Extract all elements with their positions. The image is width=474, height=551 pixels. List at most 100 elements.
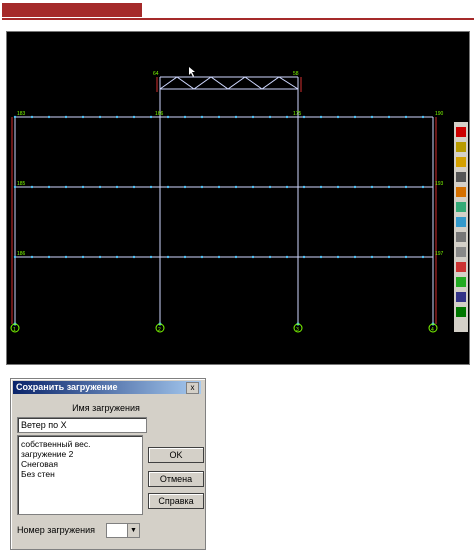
node-dot xyxy=(387,185,391,189)
ok-button[interactable]: OK xyxy=(148,447,204,463)
node-label: 166 xyxy=(155,111,164,117)
copy-icon[interactable] xyxy=(456,202,466,212)
list-item[interactable]: загружение 2 xyxy=(21,449,73,459)
node-dot xyxy=(387,255,391,259)
node-dot xyxy=(353,185,357,189)
list-item[interactable]: Снеговая xyxy=(21,459,58,469)
node-dot xyxy=(132,185,136,189)
node-dot xyxy=(132,255,136,259)
table-icon[interactable] xyxy=(456,247,466,257)
chevron-down-icon[interactable]: ▼ xyxy=(127,524,139,537)
roof-truss xyxy=(159,76,299,90)
node-dot xyxy=(81,115,85,119)
node-dot xyxy=(115,185,119,189)
node-dot xyxy=(200,185,204,189)
node-dot xyxy=(370,115,374,119)
list-item[interactable]: собственный вес. xyxy=(21,439,91,449)
node-dot xyxy=(13,185,17,189)
node-dot xyxy=(268,255,272,259)
cube-icon[interactable] xyxy=(456,217,466,227)
node-dot xyxy=(319,185,323,189)
edit-node-icon[interactable] xyxy=(456,142,466,152)
node-dot xyxy=(132,115,136,119)
node-dot xyxy=(47,185,51,189)
node-label: 3 xyxy=(296,327,299,333)
node-dot xyxy=(149,115,153,119)
help-button[interactable]: Справка xyxy=(148,493,204,509)
close-button[interactable]: x xyxy=(186,382,199,394)
load-name-input[interactable]: Ветер по X xyxy=(17,417,147,433)
load-name-label: Имя загружения xyxy=(72,403,140,413)
node-dot xyxy=(404,115,408,119)
node-dot xyxy=(98,115,102,119)
node-label: 186 xyxy=(17,251,26,257)
dialog-titlebar[interactable]: Сохранить загружение x xyxy=(13,381,201,394)
list-item[interactable]: Без стен xyxy=(21,469,55,479)
node-label: 197 xyxy=(435,251,444,257)
node-dot xyxy=(200,255,204,259)
model-canvas[interactable]: 64 58 183 185 186 190 193 197 166 175 1 … xyxy=(6,31,470,365)
node-dot xyxy=(302,255,306,259)
scissors-icon[interactable] xyxy=(456,172,466,182)
node-dot xyxy=(336,115,340,119)
node-dot xyxy=(302,115,306,119)
node-dot xyxy=(353,115,357,119)
cancel-button[interactable]: Отмена xyxy=(148,471,204,487)
node-dot xyxy=(98,185,102,189)
node-dot xyxy=(98,255,102,259)
node-dot xyxy=(30,185,34,189)
node-dot xyxy=(285,185,289,189)
node-dot xyxy=(285,115,289,119)
frame-icon[interactable] xyxy=(456,307,466,317)
node-dot xyxy=(370,255,374,259)
node-dot xyxy=(183,185,187,189)
node-dot xyxy=(251,185,255,189)
node-dot xyxy=(336,255,340,259)
node-label: 58 xyxy=(293,71,299,77)
zoom-icon[interactable] xyxy=(456,262,466,272)
node-dot xyxy=(200,115,204,119)
node-dot xyxy=(234,255,238,259)
node-dot xyxy=(370,185,374,189)
load-number-select[interactable]: ▼ xyxy=(106,523,140,538)
node-dot xyxy=(319,115,323,119)
node-label: 2 xyxy=(158,327,161,333)
node-dot xyxy=(115,255,119,259)
settings-icon[interactable] xyxy=(456,292,466,302)
node-dot xyxy=(81,185,85,189)
base-supports xyxy=(10,323,438,333)
move-icon[interactable] xyxy=(456,157,466,167)
loads-list[interactable]: собственный вес. загружение 2 Снеговая Б… xyxy=(17,435,143,515)
node-label: 4 xyxy=(431,327,434,333)
node-dot xyxy=(353,255,357,259)
load-name-value: Ветер по X xyxy=(21,420,67,430)
node-dot xyxy=(183,115,187,119)
node-dot xyxy=(217,185,221,189)
rotate-icon[interactable] xyxy=(456,187,466,197)
node-dot xyxy=(421,115,425,119)
node-dot xyxy=(268,115,272,119)
node-dot xyxy=(302,185,306,189)
node-dot xyxy=(64,115,68,119)
header-red-block xyxy=(2,3,142,17)
node-dot xyxy=(149,255,153,259)
node-dot xyxy=(13,115,17,119)
node-dot xyxy=(234,185,238,189)
dialog-title: Сохранить загружение xyxy=(16,382,118,392)
select-icon[interactable] xyxy=(456,127,466,137)
node-dot xyxy=(30,115,34,119)
node-dot xyxy=(64,255,68,259)
save-load-dialog[interactable]: Сохранить загружение x Имя загружения Ве… xyxy=(10,378,206,550)
node-label: 193 xyxy=(435,181,444,187)
node-label: 185 xyxy=(17,181,26,187)
node-label: 1 xyxy=(13,327,16,333)
node-label: 175 xyxy=(293,111,302,117)
grid-icon[interactable] xyxy=(456,232,466,242)
node-dot xyxy=(421,255,425,259)
node-dots xyxy=(13,115,435,326)
node-dot xyxy=(268,185,272,189)
frame-drawing[interactable]: 64 58 183 185 186 190 193 197 166 175 1 … xyxy=(7,32,469,364)
node-label: 190 xyxy=(435,111,444,117)
sphere-icon[interactable] xyxy=(456,277,466,287)
node-dot xyxy=(115,115,119,119)
